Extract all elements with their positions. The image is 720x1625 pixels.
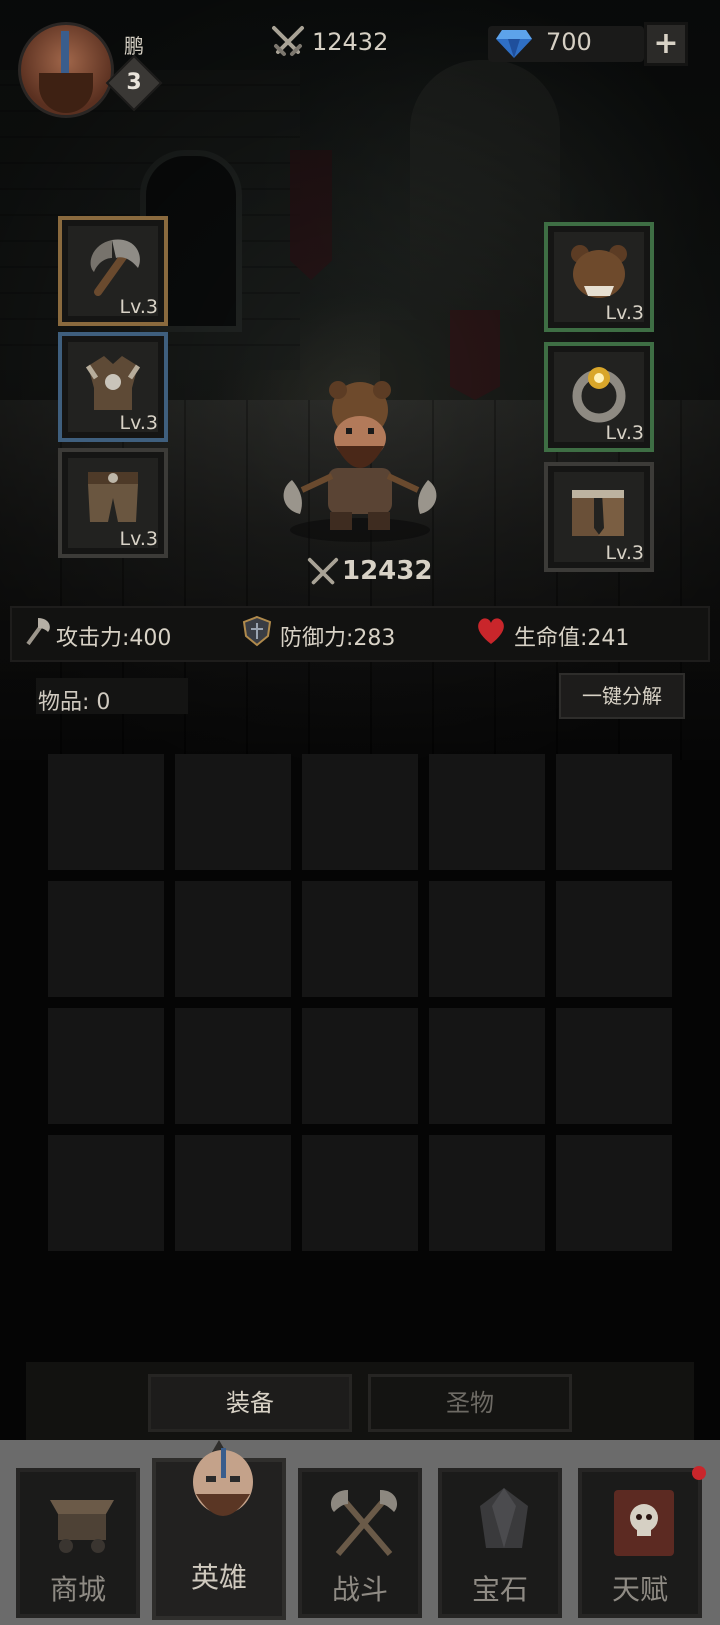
crossed-swords-icon (272, 26, 304, 56)
nav-battle[interactable]: 战斗 (298, 1468, 422, 1618)
inventory-slot[interactable] (48, 754, 164, 870)
heart-icon (478, 618, 504, 644)
inventory-slot[interactable] (429, 754, 545, 870)
inventory-slot[interactable] (48, 1008, 164, 1124)
crossed-swords-icon (307, 557, 339, 585)
inventory-slot[interactable] (556, 754, 672, 870)
inventory-slot[interactable] (302, 881, 418, 997)
notification-dot (692, 1466, 706, 1480)
crossed-axes-icon (330, 1490, 398, 1556)
slot-level: Lv.3 (605, 542, 644, 564)
inventory-slot[interactable] (302, 1008, 418, 1124)
equip-slot-weapon[interactable]: Lv.3 (58, 216, 168, 326)
ring-icon (572, 367, 626, 423)
inventory-slot[interactable] (556, 1008, 672, 1124)
inventory-slot[interactable] (429, 881, 545, 997)
health-stat: 生命值:241 (514, 626, 630, 651)
add-gems-button[interactable]: + (644, 22, 688, 66)
cart-icon (50, 1500, 114, 1553)
nav-gems[interactable]: 宝石 (438, 1468, 562, 1618)
fur-pants-icon (88, 472, 138, 522)
equip-slot-pants[interactable]: Lv.3 (58, 448, 168, 558)
attack-stat: 攻击力:400 (56, 626, 172, 651)
slot-level: Lv.3 (119, 412, 158, 434)
inventory-slot[interactable] (429, 1008, 545, 1124)
inventory-slot[interactable] (48, 1135, 164, 1251)
inventory-slot[interactable] (302, 1135, 418, 1251)
axe-icon (26, 618, 50, 646)
equip-slot-boots[interactable]: Lv.3 (544, 462, 654, 572)
nav-hero[interactable]: 英雄 (152, 1448, 286, 1620)
diamond-icon (496, 30, 532, 58)
crystal-icon (480, 1488, 528, 1548)
skull-book-icon (614, 1490, 674, 1556)
equip-slot-ring[interactable]: Lv.3 (544, 342, 654, 452)
slot-level: Lv.3 (119, 528, 158, 550)
slot-level: Lv.3 (119, 296, 158, 318)
tab-equipment[interactable]: 装备 (148, 1374, 352, 1432)
hero-power: 12432 (342, 556, 433, 586)
inventory-slot[interactable] (429, 1135, 545, 1251)
defense-stat: 防御力:283 (280, 626, 396, 651)
slot-level: Lv.3 (605, 302, 644, 324)
inventory-slot[interactable] (48, 881, 164, 997)
fur-armor-icon (85, 356, 141, 410)
player-avatar[interactable] (18, 22, 114, 118)
nav-talent[interactable]: 天赋 (578, 1468, 702, 1618)
nav-shop[interactable]: 商城 (16, 1468, 140, 1618)
player-level: 3 (126, 70, 142, 95)
axe-icon (90, 239, 140, 296)
slot-level: Lv.3 (605, 422, 644, 444)
bear-head-icon (571, 245, 627, 298)
equip-slot-helmet[interactable]: Lv.3 (544, 222, 654, 332)
inventory-slot[interactable] (175, 881, 291, 997)
combat-power: 12432 (312, 28, 389, 56)
hero-character[interactable] (272, 380, 448, 550)
inventory-slot[interactable] (556, 881, 672, 997)
tab-relics[interactable]: 圣物 (368, 1374, 572, 1432)
gem-count: 700 (546, 28, 592, 56)
equip-slot-armor[interactable]: Lv.3 (58, 332, 168, 442)
shield-icon (242, 615, 272, 647)
inventory-slot[interactable] (175, 1135, 291, 1251)
inventory-tabs (26, 1362, 694, 1442)
inventory-slot[interactable] (556, 1135, 672, 1251)
salvage-all-button[interactable]: 一键分解 (559, 673, 685, 719)
fur-boots-icon (572, 490, 624, 536)
player-name: 鹏 (124, 34, 144, 58)
hero-face-icon (193, 1448, 253, 1516)
inventory-slot[interactable] (175, 1008, 291, 1124)
inventory-slot[interactable] (175, 754, 291, 870)
inventory-slot[interactable] (302, 754, 418, 870)
item-count: 物品: 0 (38, 690, 111, 715)
